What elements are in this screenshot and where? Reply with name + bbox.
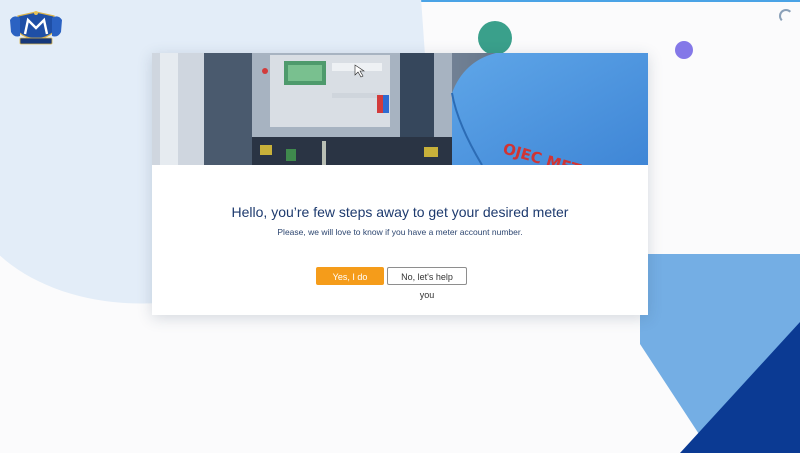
decorative-circle-teal: [478, 21, 512, 55]
hero-image: OJEC METER COMP: [152, 53, 648, 165]
card-subtitle: Please, we will love to know if you have…: [277, 227, 523, 237]
company-logo[interactable]: [8, 10, 64, 48]
answer-actions: Yes, I do have No, let's help you: [316, 267, 467, 300]
page: OJEC METER COMP Hello, you’re few steps …: [0, 0, 800, 453]
meter-technician-photo: OJEC METER COMP: [152, 53, 648, 165]
decorative-circle-purple: [675, 41, 693, 59]
loading-spinner-icon: [779, 9, 793, 23]
no-help-me-button[interactable]: No, let's help you: [387, 267, 467, 300]
card-title: Hello, you’re few steps away to get your…: [231, 204, 569, 220]
crest-logo-icon: [10, 11, 62, 45]
meter-request-card: OJEC METER COMP Hello, you’re few steps …: [152, 53, 648, 315]
yes-have-account-button[interactable]: Yes, I do have: [316, 267, 384, 300]
